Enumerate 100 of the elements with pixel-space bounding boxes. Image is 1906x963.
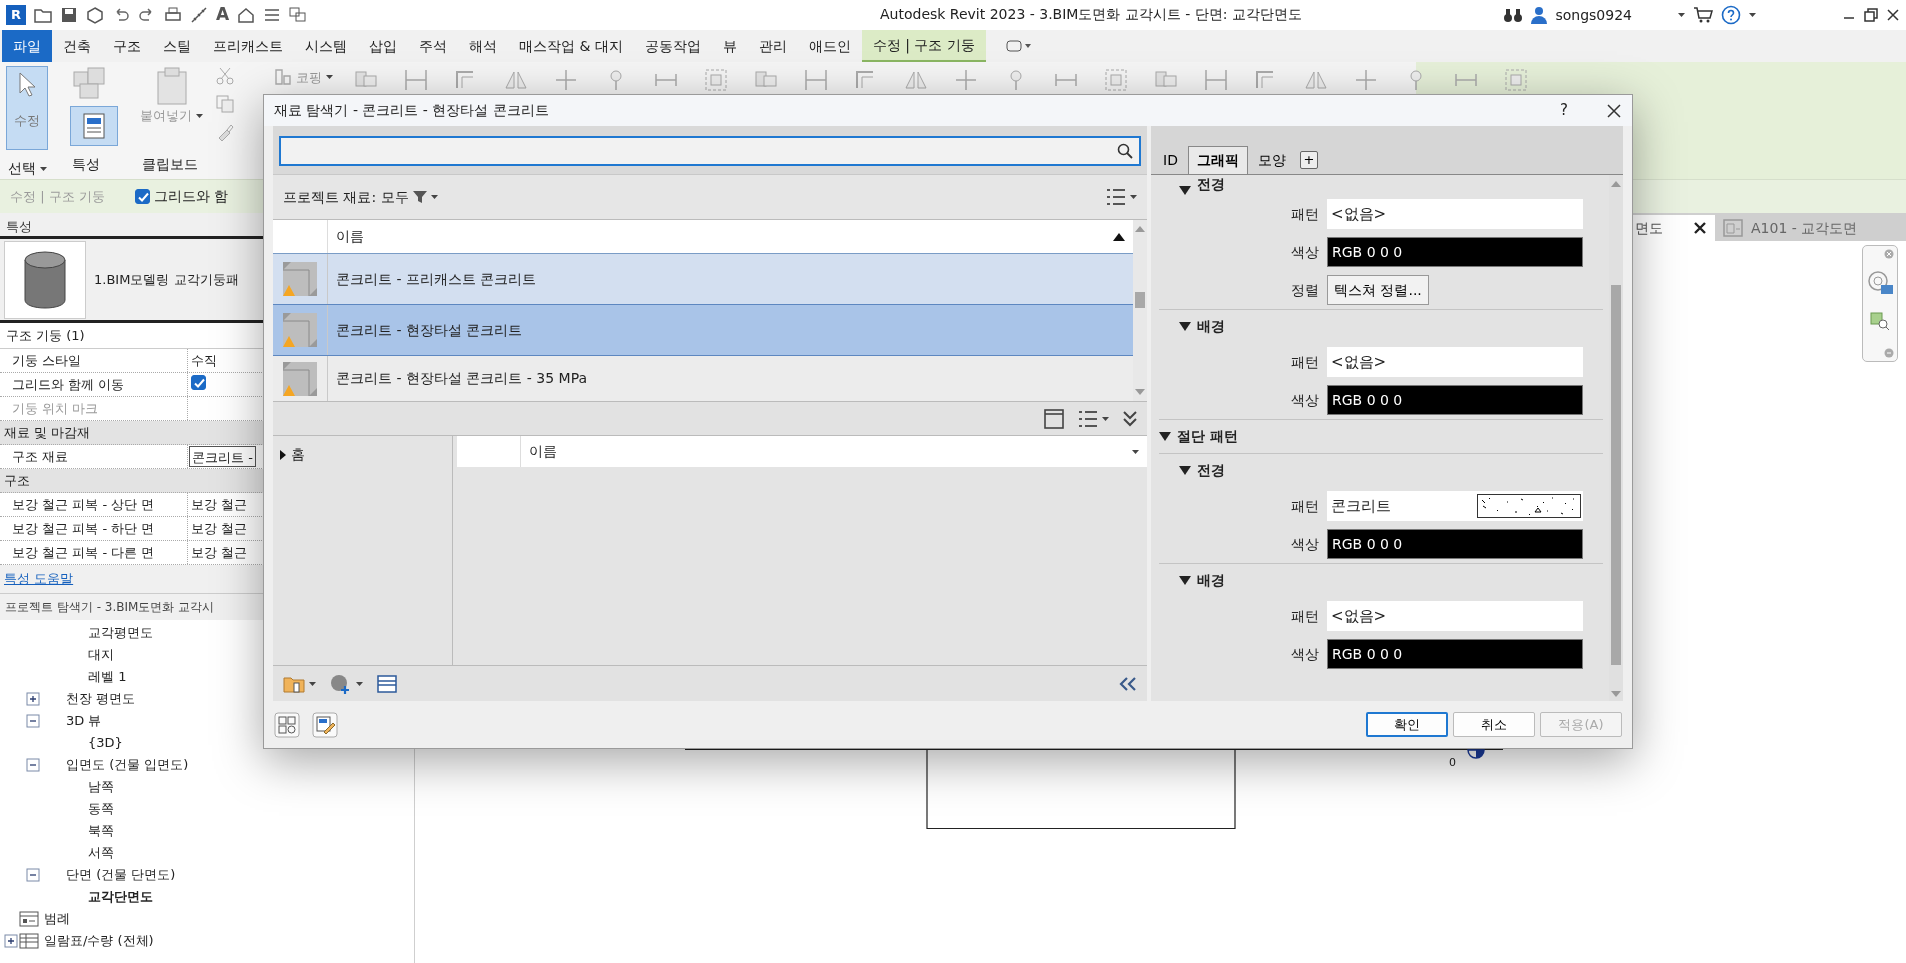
panel-icon[interactable] — [1044, 408, 1064, 429]
cart-icon[interactable] — [1693, 6, 1713, 24]
sphere-add-icon[interactable] — [330, 673, 352, 694]
print-icon[interactable] — [164, 6, 182, 24]
color-field[interactable]: RGB 0 0 0 — [1327, 639, 1583, 669]
collapse-icon[interactable] — [26, 713, 40, 728]
color-field[interactable]: RGB 0 0 0 — [1327, 529, 1583, 559]
panel-icon[interactable] — [377, 674, 397, 693]
ribbon-tab[interactable]: 해석 — [458, 30, 508, 62]
user-name[interactable]: songs0924 — [1555, 4, 1632, 26]
ribbon-tab[interactable]: 관리 — [747, 30, 798, 62]
color-field[interactable]: RGB 0 0 0 — [1327, 385, 1583, 415]
dialog-button[interactable]: 확인 — [1366, 712, 1448, 737]
pattern-field[interactable]: <없음> — [1327, 199, 1583, 229]
collapse-left-icon[interactable] — [1119, 676, 1137, 691]
tree-item[interactable]: 교각단면도 — [84, 886, 153, 907]
tree-item[interactable]: 대지 — [84, 644, 114, 665]
tab[interactable]: 모양 — [1249, 146, 1294, 174]
tree-item[interactable]: 홈 — [291, 444, 305, 465]
add-tab-button[interactable]: + — [1299, 151, 1318, 169]
tree-item[interactable]: 범례 — [40, 908, 70, 929]
zoom-icon[interactable] — [1870, 312, 1890, 330]
pattern-field[interactable]: 콘크리트 — [1327, 491, 1583, 521]
property-value[interactable]: 보강 철근 — [188, 541, 251, 564]
caret-icon[interactable] — [356, 681, 363, 686]
ribbon-tab[interactable]: 시스템 — [294, 30, 358, 62]
cube-icon[interactable] — [86, 6, 104, 24]
pattern-field[interactable]: <없음> — [1327, 601, 1583, 631]
tree-item[interactable]: 교각평면도 — [84, 622, 153, 643]
ribbon-tab[interactable]: 구조 — [102, 30, 152, 62]
ribbon-tab[interactable]: 매스작업 & 대지 — [508, 30, 634, 62]
tab[interactable]: ID — [1155, 146, 1186, 174]
ribbon-tab[interactable]: 뷰 — [711, 30, 748, 62]
property-value[interactable]: 보강 철근 — [188, 493, 251, 516]
checkbox[interactable] — [191, 375, 206, 390]
tree-item[interactable]: 입면도 (건물 입면도) — [62, 754, 189, 775]
user-icon[interactable] — [1531, 6, 1548, 24]
close-icon[interactable] — [1606, 102, 1622, 119]
tree-item[interactable]: 단면 (건물 단면도) — [62, 864, 176, 885]
edit-icon[interactable] — [312, 711, 338, 738]
tree-item[interactable]: 동쪽 — [84, 798, 114, 819]
clipboard-icon[interactable] — [154, 66, 189, 106]
app-logo[interactable]: R — [6, 5, 26, 25]
ribbon-tab[interactable]: 공동작업 — [633, 30, 712, 62]
scrollbar-thumb[interactable] — [1135, 292, 1145, 308]
filter-icon[interactable] — [412, 190, 427, 204]
folder-icon[interactable] — [34, 6, 52, 24]
ribbon-tab[interactable]: 스틸 — [152, 30, 202, 62]
measure-icon[interactable] — [190, 6, 208, 24]
collapse-arrow-icon[interactable] — [1179, 576, 1191, 585]
caret-icon[interactable] — [1130, 195, 1137, 199]
ribbon-tab[interactable]: 파일 — [2, 30, 52, 62]
ribbon-tab[interactable]: 건축 — [52, 30, 102, 62]
material-grid-icon[interactable] — [274, 711, 300, 738]
checkbox-label[interactable]: 그리드와 함 — [153, 186, 229, 207]
material-row[interactable]: 콘크리트 - 현장타설 콘크리트 - 35 MPa — [273, 356, 1133, 401]
collapse-arrow-icon[interactable] — [1179, 322, 1191, 331]
help-button[interactable]: ? — [1560, 99, 1568, 122]
close-icon[interactable] — [1886, 8, 1900, 22]
ribbon-tab[interactable]: 주석 — [408, 30, 458, 62]
caret-icon[interactable] — [1102, 416, 1109, 421]
dialog-button[interactable]: 취소 — [1453, 712, 1535, 737]
ribbon-tab[interactable]: 수정 | 구조 기둥 — [861, 30, 986, 62]
caret-icon[interactable] — [326, 75, 333, 79]
list-view-icon[interactable] — [1106, 188, 1126, 206]
tree-item[interactable]: {3D} — [84, 732, 123, 753]
search-icon[interactable] — [1117, 143, 1133, 159]
collapse-arrow-icon[interactable] — [1179, 466, 1191, 475]
caret-icon[interactable] — [430, 195, 438, 199]
caret-icon[interactable] — [196, 113, 203, 118]
caret-icon[interactable] — [309, 681, 316, 686]
caret-icon[interactable] — [1678, 13, 1685, 17]
panel-label[interactable]: 특성 — [72, 154, 100, 175]
filter-label[interactable]: 프로젝트 재료: 모두 — [283, 186, 409, 208]
panel-toggle-icon[interactable] — [1005, 39, 1032, 53]
restore-icon[interactable] — [1864, 8, 1878, 22]
double-chevron-icon[interactable] — [1123, 409, 1137, 428]
properties-button[interactable] — [70, 106, 118, 146]
tree-item[interactable]: 천장 평면도 — [62, 688, 136, 709]
type-name[interactable]: 1.BIM모델링 교각기둥패 — [94, 269, 239, 290]
expand-icon[interactable] — [26, 691, 40, 706]
caret-icon[interactable] — [1749, 13, 1756, 17]
ribbon-tab[interactable]: 삽입 — [358, 30, 408, 62]
list-icon[interactable] — [263, 6, 282, 24]
house-icon[interactable] — [237, 6, 256, 24]
collapse-icon[interactable] — [26, 867, 40, 882]
tree-item[interactable]: 3D 뷰 — [62, 710, 102, 731]
column-header[interactable]: 이름 — [529, 441, 557, 462]
property-field[interactable]: 콘크리트 - — [189, 446, 256, 467]
property-value[interactable]: 보강 철근 — [188, 517, 251, 540]
panel-label[interactable]: 선택 — [8, 158, 36, 179]
property-value[interactable]: 수직 — [188, 349, 220, 372]
pattern-field[interactable]: <없음> — [1327, 347, 1583, 377]
tree-item[interactable]: 일람표/수량 (전체) — [40, 930, 154, 951]
collapse-arrow-icon[interactable] — [1159, 432, 1171, 441]
caret-icon[interactable] — [40, 166, 47, 171]
material-row[interactable]: 콘크리트 - 프리캐스트 콘크리트 — [273, 254, 1133, 305]
tree-item[interactable]: 북쪽 — [84, 820, 114, 841]
collapse-icon[interactable] — [26, 757, 40, 772]
tree-item[interactable]: 남쪽 — [84, 776, 114, 797]
